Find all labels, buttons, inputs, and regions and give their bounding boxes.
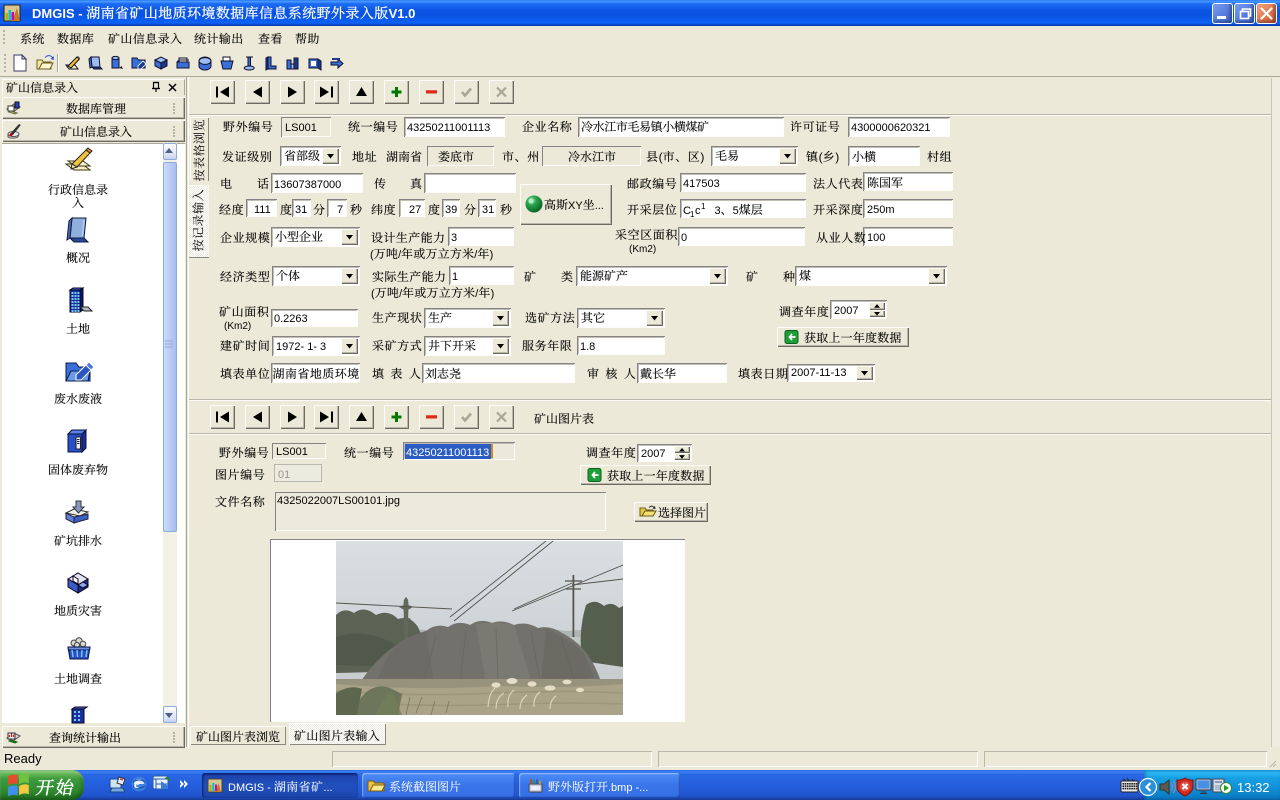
svg-text:2007-11-13: 2007-11-13 <box>791 367 846 379</box>
svg-text:(Km2): (Km2) <box>629 244 656 255</box>
svg-text:27: 27 <box>409 204 421 216</box>
svg-text:): ) <box>835 150 839 164</box>
svg-text:5: 5 <box>733 205 739 217</box>
svg-text:2007: 2007 <box>834 305 858 317</box>
svg-text:1972- 1- 3: 1972- 1- 3 <box>276 341 326 353</box>
svg-text:111: 111 <box>254 204 271 216</box>
svg-text:1.8: 1.8 <box>580 341 595 353</box>
svg-text:13:32: 13:32 <box>1237 780 1270 795</box>
svg-text:(: ( <box>659 150 663 164</box>
svg-text:1: 1 <box>701 202 706 211</box>
svg-text:/: / <box>398 249 402 261</box>
svg-text:V1.0: V1.0 <box>389 6 416 21</box>
svg-text:...: ... <box>323 782 332 794</box>
svg-text:.bmp -...: .bmp -... <box>608 782 648 794</box>
svg-text:XY: XY <box>568 200 583 212</box>
svg-text:3: 3 <box>715 205 721 217</box>
svg-text:01: 01 <box>278 469 290 481</box>
svg-text:/: / <box>475 288 479 300</box>
svg-text:0.2263: 0.2263 <box>274 313 308 325</box>
svg-text:(: ( <box>819 150 823 164</box>
svg-text:43250211001113: 43250211001113 <box>406 447 489 459</box>
svg-text:(: ( <box>370 249 374 261</box>
svg-text:(Km2): (Km2) <box>224 321 251 332</box>
svg-text:/: / <box>399 288 403 300</box>
svg-text:2007: 2007 <box>641 448 665 460</box>
svg-text:LS001: LS001 <box>276 446 308 458</box>
svg-text:31: 31 <box>295 204 307 216</box>
svg-text:DMGIS -: DMGIS - <box>32 6 86 21</box>
svg-text:31: 31 <box>482 204 494 216</box>
svg-text:4300000620321: 4300000620321 <box>851 122 931 134</box>
svg-text:3: 3 <box>451 232 457 244</box>
svg-text:Ready: Ready <box>4 751 42 766</box>
svg-text:39: 39 <box>445 204 457 216</box>
svg-text:/: / <box>474 249 478 261</box>
svg-text:7: 7 <box>337 204 343 216</box>
svg-text:...: ... <box>595 200 604 212</box>
svg-text:): ) <box>490 249 494 261</box>
svg-text:(: ( <box>371 288 375 300</box>
svg-text:4325022007LS00101.jpg: 4325022007LS00101.jpg <box>277 495 400 507</box>
svg-text:DMGIS -: DMGIS - <box>228 782 274 794</box>
svg-text:e: e <box>134 776 140 791</box>
svg-text:LS001: LS001 <box>285 122 317 134</box>
svg-text:0: 0 <box>681 232 687 244</box>
svg-text:250m: 250m <box>867 204 895 216</box>
svg-text:1: 1 <box>452 271 458 283</box>
svg-text:): ) <box>491 288 495 300</box>
svg-text:100: 100 <box>867 232 885 244</box>
svg-text:417503: 417503 <box>683 178 720 190</box>
svg-text:43250211001113: 43250211001113 <box>407 122 490 134</box>
svg-text:): ) <box>700 150 704 164</box>
svg-text:13607387000: 13607387000 <box>274 179 341 191</box>
